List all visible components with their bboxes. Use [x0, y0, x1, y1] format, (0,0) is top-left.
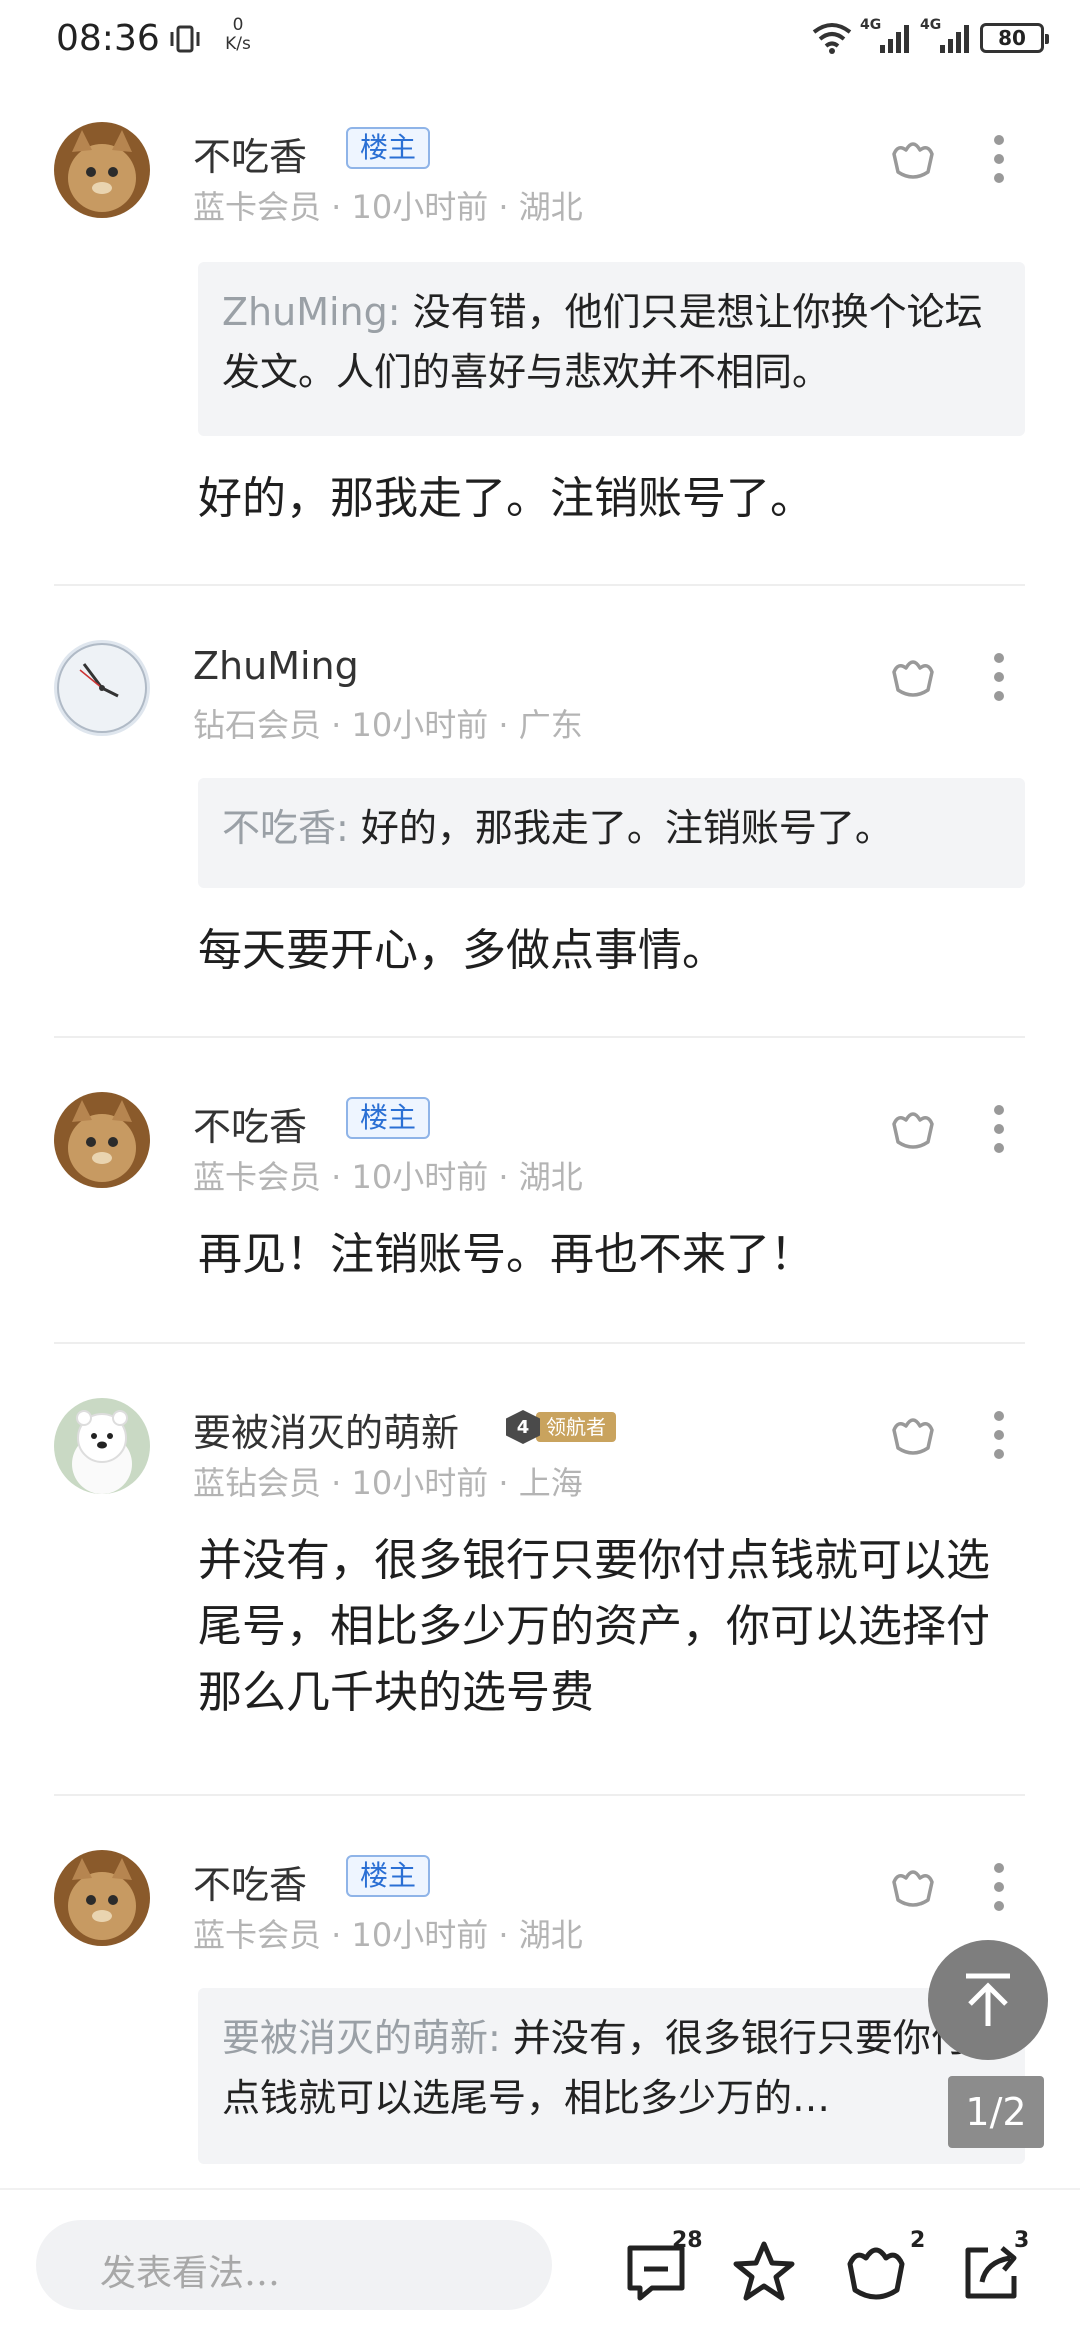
comment-input-placeholder: 发表看法…: [100, 2253, 281, 2294]
signal-icon: 4G: [860, 17, 912, 55]
like-icon[interactable]: [888, 1862, 938, 1912]
net-speed-value: 0: [232, 15, 244, 35]
more-icon[interactable]: [988, 1104, 1010, 1154]
avatar[interactable]: [54, 1398, 150, 1494]
author-name[interactable]: 不吃香: [193, 1096, 307, 1151]
like-icon[interactable]: [888, 1104, 938, 1154]
wifi-icon: [812, 23, 852, 54]
comment-text: 好的，那我走了。注销账号了。: [198, 473, 814, 524]
vibrate-icon: [170, 25, 200, 53]
avatar[interactable]: [54, 1092, 150, 1188]
author-name[interactable]: ZhuMing: [193, 644, 359, 688]
comment-meta: 蓝卡会员 · 10小时前 · 湖北: [193, 1916, 583, 1954]
divider: [54, 1036, 1025, 1038]
quoted-reply[interactable]: 不吃香: 好的，那我走了。注销账号了。: [198, 778, 1025, 888]
back-to-top-button[interactable]: [928, 1940, 1048, 2060]
more-icon[interactable]: [988, 652, 1010, 702]
divider: [54, 1794, 1025, 1796]
quoted-reply[interactable]: 要被消灭的萌新: 并没有，很多银行只要你付点钱就可以选尾号，相比多少万的…: [198, 1988, 1025, 2164]
share-count: 3: [1014, 2228, 1030, 2253]
status-icons: 4G 4G 80: [812, 17, 1049, 58]
owner-badge: 楼主: [346, 1855, 431, 1897]
divider: [54, 584, 1025, 586]
net-speed-unit: K/s: [225, 34, 251, 54]
like-count: 2: [910, 2228, 926, 2253]
like-icon[interactable]: [888, 1410, 938, 1460]
status-time: 08:36: [56, 18, 160, 59]
quote-author: 要被消灭的萌新:: [222, 2016, 501, 2060]
avatar[interactable]: [54, 122, 150, 218]
page-indicator[interactable]: 1/2: [948, 2076, 1044, 2148]
battery-level: 80: [998, 26, 1026, 50]
comment-meta: 蓝卡会员 · 10小时前 · 湖北: [193, 188, 583, 226]
comment-text: 再见！注销账号。再也不来了！: [198, 1229, 814, 1280]
quote-author: 不吃香:: [222, 806, 349, 850]
author-name[interactable]: 不吃香: [193, 1854, 307, 1909]
like-icon[interactable]: [888, 134, 938, 184]
comment-meta: 钻石会员 · 10小时前 · 广东: [193, 706, 583, 744]
status-bar: 08:36 0 K/s 4G 4G 80: [0, 0, 1080, 80]
like-icon[interactable]: [842, 2238, 910, 2306]
like-icon[interactable]: [888, 652, 938, 702]
quote-author: ZhuMing:: [222, 290, 401, 334]
avatar[interactable]: [54, 1850, 150, 1946]
comment-input[interactable]: 发表看法…: [36, 2220, 552, 2310]
comment-text: 并没有，很多银行只要你付点钱就可以选尾号，相比多少万的资产，你可以选择付那么几千…: [198, 1535, 990, 1718]
owner-badge: 楼主: [346, 1097, 431, 1139]
quoted-reply[interactable]: ZhuMing: 没有错，他们只是想让你换个论坛发文。人们的喜好与悲欢并不相同。: [198, 262, 1025, 436]
comment-text: 每天要开心，多做点事情。: [198, 925, 726, 976]
battery-icon: 80: [980, 23, 1049, 53]
divider: [54, 1342, 1025, 1344]
comment-count: 28: [672, 2228, 703, 2253]
bottom-bar: 发表看法… 28 2 3: [0, 2188, 1080, 2340]
signal-icon: 4G: [920, 17, 972, 55]
back-to-top-icon: [966, 1973, 1010, 2026]
owner-badge: 楼主: [346, 127, 431, 169]
title-badge: 领航者: [536, 1412, 616, 1442]
author-name[interactable]: 不吃香: [193, 126, 307, 181]
star-icon[interactable]: [730, 2238, 798, 2306]
quote-text: 好的，那我走了。注销账号了。: [348, 806, 893, 850]
network-speed: 0 K/s: [218, 16, 258, 54]
level-number: 4: [506, 1410, 540, 1444]
more-icon[interactable]: [988, 1410, 1010, 1460]
comment-meta: 蓝钻会员 · 10小时前 · 上海: [193, 1464, 583, 1502]
more-icon[interactable]: [988, 134, 1010, 184]
level-badge: 4 领航者: [506, 1410, 616, 1444]
author-name[interactable]: 要被消灭的萌新: [193, 1402, 459, 1457]
more-icon[interactable]: [988, 1862, 1010, 1912]
comment-meta: 蓝卡会员 · 10小时前 · 湖北: [193, 1158, 583, 1196]
avatar[interactable]: [54, 640, 150, 736]
